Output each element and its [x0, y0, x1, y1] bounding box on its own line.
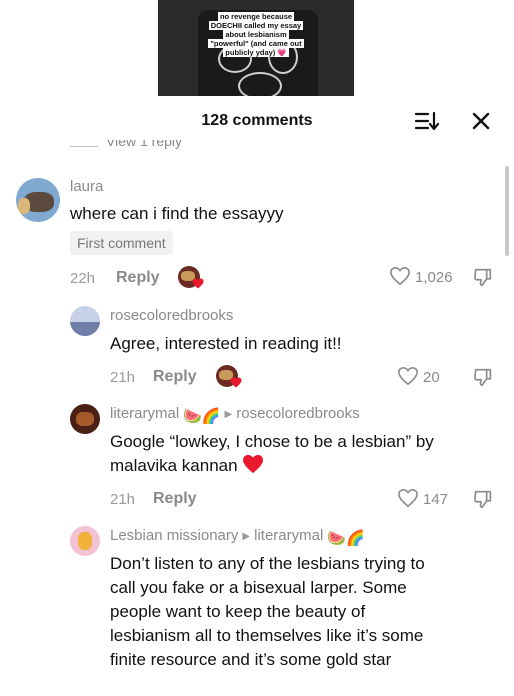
reply-divider-line	[70, 146, 98, 147]
reply-button[interactable]: Reply	[153, 490, 197, 508]
avatar-laura[interactable]	[16, 178, 60, 222]
comment-text: Agree, interested in reading it!!	[110, 334, 342, 353]
avatar-image	[78, 532, 92, 550]
avatar-image	[76, 412, 94, 426]
like-count: 20	[423, 369, 440, 386]
comment-username[interactable]: Lesbian missionary	[110, 527, 238, 544]
avatar-literarymal[interactable]	[70, 404, 100, 434]
like-heart-icon[interactable]	[397, 488, 419, 508]
comment-text: where can i find the essayyy	[70, 204, 284, 223]
like-count: 147	[423, 491, 449, 508]
dislike-icon[interactable]	[472, 488, 494, 510]
sort-icon[interactable]	[414, 110, 440, 132]
first-comment-badge: First comment	[70, 231, 173, 255]
comment-username-row: Lesbian missionary ▶ literarymal 🍉🌈	[110, 527, 365, 547]
comment-username-row: literarymal 🍉🌈 ▶ rosecoloredbrooks	[110, 405, 360, 425]
comment-username[interactable]: laura	[70, 178, 103, 195]
reply-to-username[interactable]: rosecoloredbrooks	[236, 405, 359, 422]
comment-text: Don’t listen to any of the lesbians tryi…	[110, 554, 425, 669]
dislike-icon[interactable]	[472, 366, 494, 388]
like-heart-icon[interactable]	[397, 366, 419, 386]
comments-sheet: 128 comments View 1 reply laura where ca…	[0, 96, 514, 696]
comment-text: Google “lowkey, I chose to be a lesbian”…	[110, 430, 434, 478]
scrollbar[interactable]	[505, 166, 509, 256]
comment-username[interactable]: rosecoloredbrooks	[110, 307, 233, 324]
creator-heart-icon	[192, 278, 204, 289]
red-heart-emoji-icon	[243, 454, 264, 474]
avatar-image	[70, 322, 100, 336]
close-icon[interactable]	[470, 110, 492, 132]
video-background: no revenge because DOECHII called my ess…	[0, 0, 514, 110]
reply-button[interactable]: Reply	[116, 269, 160, 287]
video-preview[interactable]: no revenge because DOECHII called my ess…	[158, 0, 354, 110]
creator-heart-icon	[230, 377, 242, 388]
view-replies-link-partial[interactable]: View 1 reply	[70, 140, 220, 150]
comment-username[interactable]: literarymal	[110, 405, 179, 422]
reply-arrow-icon: ▶	[224, 409, 233, 420]
avatar-lesbian-missionary[interactable]	[70, 526, 100, 556]
comment-text-line: malavika kannan	[110, 454, 434, 478]
avatar-image	[18, 198, 30, 214]
username-emojis: 🍉🌈	[327, 530, 365, 547]
dislike-icon[interactable]	[472, 266, 494, 288]
comment-time: 21h	[110, 369, 136, 386]
reply-to-username[interactable]: literarymal	[254, 527, 323, 544]
comment-time: 22h	[70, 270, 96, 287]
username-emojis: 🍉🌈	[183, 408, 221, 425]
video-caption: no revenge because DOECHII called my ess…	[208, 12, 304, 57]
like-count: 1,026	[415, 269, 453, 286]
comment-time: 21h	[110, 491, 136, 508]
avatar-rosecoloredbrooks[interactable]	[70, 306, 100, 336]
reply-button[interactable]: Reply	[153, 368, 197, 386]
reply-arrow-icon: ▶	[242, 531, 251, 542]
like-heart-icon[interactable]	[389, 266, 411, 286]
